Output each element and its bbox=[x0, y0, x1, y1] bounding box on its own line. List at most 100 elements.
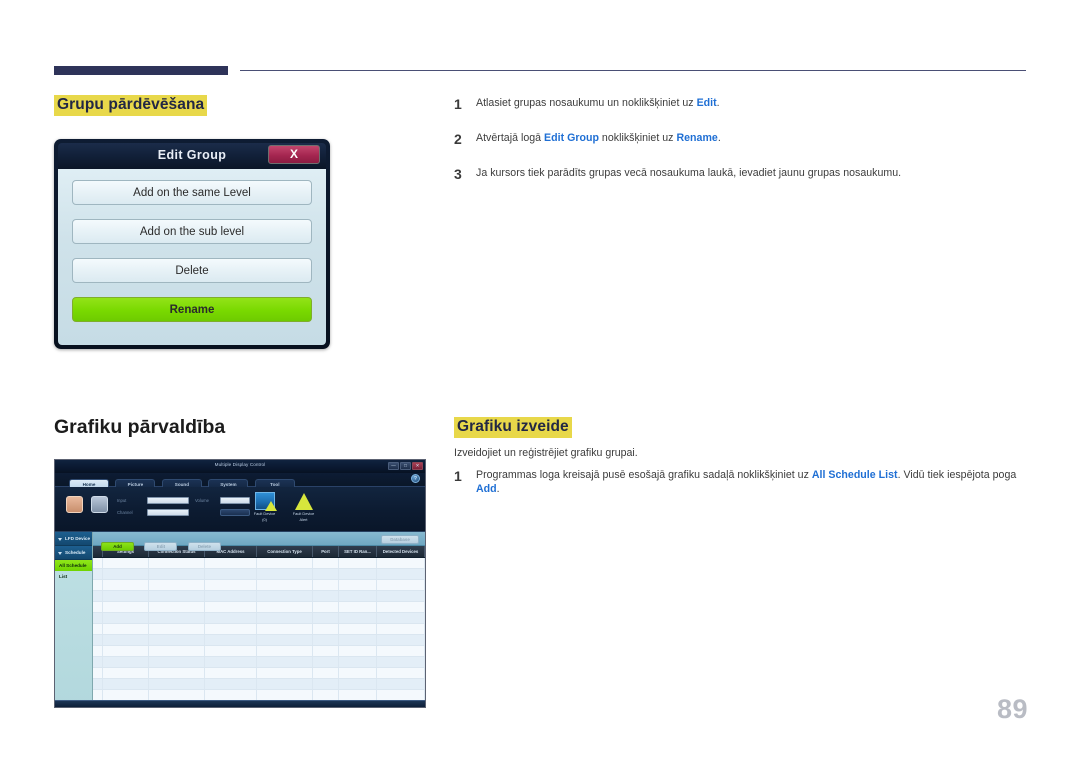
volume-select[interactable] bbox=[220, 497, 250, 504]
app-titlebar: Multiple Display Control — □ ✕ bbox=[55, 460, 425, 473]
step-text: Atvērtajā logā Edit Group noklikšķiniet … bbox=[476, 132, 721, 144]
table-cell bbox=[149, 591, 205, 601]
table-cell bbox=[103, 569, 149, 579]
table-cell bbox=[377, 558, 425, 568]
step-text: Ja kursors tiek parādīts grupas vecā nos… bbox=[476, 167, 902, 179]
table-cell bbox=[103, 613, 149, 623]
table-row[interactable] bbox=[93, 602, 425, 613]
delete-button[interactable]: Delete bbox=[187, 542, 221, 551]
table-cell bbox=[93, 635, 103, 645]
table-row[interactable] bbox=[93, 580, 425, 591]
step-item: 3 Ja kursors tiek parādīts grupas vecā n… bbox=[454, 166, 1034, 181]
table-cell bbox=[313, 635, 339, 645]
fault-alert-icon bbox=[294, 492, 314, 510]
add-button[interactable]: Add bbox=[101, 542, 134, 551]
table-cell bbox=[377, 668, 425, 678]
table-row[interactable] bbox=[93, 613, 425, 624]
table-cell bbox=[103, 657, 149, 667]
page-title: Grafiku pārvaldība bbox=[54, 416, 226, 438]
close-icon[interactable]: X bbox=[268, 145, 320, 164]
minimize-icon[interactable]: — bbox=[388, 462, 399, 470]
power-icon[interactable] bbox=[66, 496, 83, 513]
app-tab-bar: Home Picture Sound System Tool ? bbox=[55, 473, 425, 490]
table-cell bbox=[257, 602, 313, 612]
fault-device-button[interactable]: Fault Device (0) bbox=[248, 492, 281, 522]
table-cell bbox=[149, 690, 205, 700]
table-cell bbox=[103, 558, 149, 568]
edit-group-dialog: Edit Group X Add on the same Level Add o… bbox=[54, 139, 330, 349]
window-controls: — □ ✕ bbox=[388, 462, 423, 470]
delete-button[interactable]: Delete bbox=[72, 258, 312, 283]
table-cell bbox=[377, 602, 425, 612]
table-cell bbox=[93, 624, 103, 634]
fault-device-caption-line2: (0) bbox=[262, 517, 267, 522]
table-cell bbox=[103, 646, 149, 656]
table-row[interactable] bbox=[93, 668, 425, 679]
step-item: 1 Programmas loga kreisajā pusē esošajā … bbox=[454, 468, 1034, 496]
table-cell bbox=[205, 591, 257, 601]
fault-device-caption-line1: Fault Device bbox=[253, 511, 276, 516]
add-same-level-button[interactable]: Add on the same Level bbox=[72, 180, 312, 205]
table-cell bbox=[313, 591, 339, 601]
sidebar-item-lfd-device[interactable]: LFD Device bbox=[55, 532, 92, 546]
mute-icon[interactable] bbox=[91, 496, 108, 513]
table-cell bbox=[377, 569, 425, 579]
table-cell bbox=[93, 613, 103, 623]
sidebar-item-all-schedule-list[interactable]: All Schedule List bbox=[55, 560, 92, 579]
table-cell bbox=[103, 591, 149, 601]
table-row[interactable] bbox=[93, 679, 425, 690]
table-cell bbox=[313, 624, 339, 634]
table-row[interactable] bbox=[93, 591, 425, 602]
close-icon[interactable]: ✕ bbox=[412, 462, 423, 470]
table-cell bbox=[377, 646, 425, 656]
table-cell bbox=[339, 591, 377, 601]
table-row[interactable] bbox=[93, 657, 425, 668]
help-icon[interactable]: ? bbox=[411, 474, 420, 483]
table-cell bbox=[103, 635, 149, 645]
table-column-header[interactable]: Connection Type bbox=[257, 546, 313, 557]
lead-paragraph: Izveidojiet un reģistrējiet grafiku grup… bbox=[454, 447, 638, 459]
table-row[interactable] bbox=[93, 569, 425, 580]
table-row[interactable] bbox=[93, 624, 425, 635]
maximize-icon[interactable]: □ bbox=[400, 462, 411, 470]
table-cell bbox=[149, 679, 205, 689]
table-column-header[interactable]: Detected Devices bbox=[377, 546, 425, 557]
database-button[interactable]: Database bbox=[381, 535, 419, 544]
table-cell bbox=[339, 690, 377, 700]
table-cell bbox=[339, 668, 377, 678]
table-cell bbox=[149, 624, 205, 634]
table-cell bbox=[339, 602, 377, 612]
step-item: 2 Atvērtajā logā Edit Group noklikšķinie… bbox=[454, 131, 1034, 146]
table-cell bbox=[149, 569, 205, 579]
table-cell bbox=[149, 613, 205, 623]
table-column-header[interactable]: Port bbox=[313, 546, 339, 557]
edit-button[interactable]: Edit bbox=[144, 542, 178, 551]
step-text: Atlasiet grupas nosaukumu un noklikšķini… bbox=[476, 97, 720, 109]
table-row[interactable] bbox=[93, 646, 425, 657]
rename-button[interactable]: Rename bbox=[72, 297, 312, 322]
add-sub-level-button[interactable]: Add on the sub level bbox=[72, 219, 312, 244]
table-cell bbox=[205, 613, 257, 623]
table-cell bbox=[377, 613, 425, 623]
table-cell bbox=[313, 690, 339, 700]
header-rule-line bbox=[240, 70, 1026, 71]
table-cell bbox=[205, 635, 257, 645]
apply-button[interactable] bbox=[220, 509, 250, 516]
app-sidebar: LFD Device Schedule All Schedule List bbox=[55, 532, 93, 707]
table-row[interactable] bbox=[93, 635, 425, 646]
table-row[interactable] bbox=[93, 558, 425, 569]
table-cell bbox=[93, 591, 103, 601]
fault-device-group: Fault Device (0) Fault Device Alert bbox=[248, 492, 320, 522]
channel-select[interactable] bbox=[147, 509, 189, 516]
table-cell bbox=[149, 580, 205, 590]
content-toolbar: Add Edit Delete Database bbox=[93, 532, 425, 551]
sidebar-item-schedule[interactable]: Schedule bbox=[55, 546, 92, 560]
table-column-header[interactable]: SET ID Ran... bbox=[339, 546, 377, 557]
app-window-title: Multiple Display Control bbox=[214, 462, 266, 467]
table-cell bbox=[205, 624, 257, 634]
step-list-create: 1 Programmas loga kreisajā pusē esošajā … bbox=[454, 468, 1034, 516]
fault-alert-button[interactable]: Fault Device Alert bbox=[287, 492, 320, 522]
table-cell bbox=[339, 558, 377, 568]
table-cell bbox=[257, 679, 313, 689]
input-select[interactable] bbox=[147, 497, 189, 504]
